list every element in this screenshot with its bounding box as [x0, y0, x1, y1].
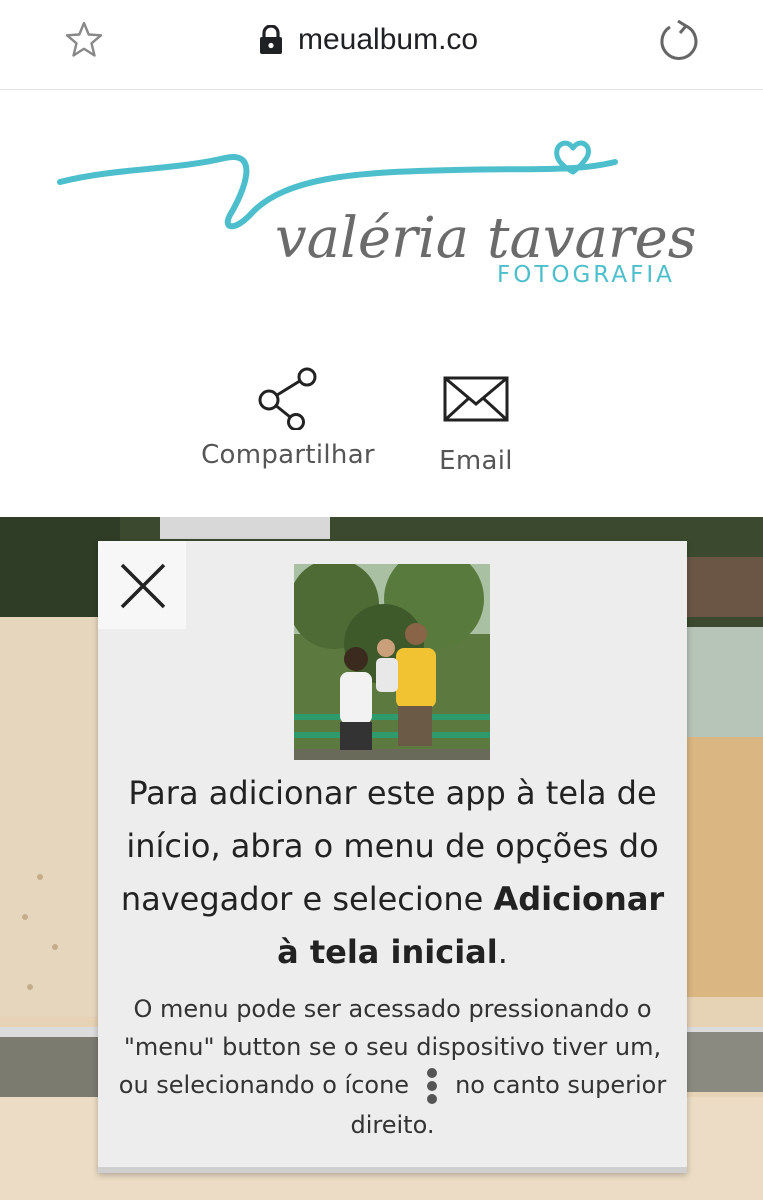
- close-icon: [120, 563, 166, 609]
- share-icon: [258, 367, 317, 430]
- instructions-period: .: [497, 933, 508, 971]
- star-icon[interactable]: [64, 20, 104, 60]
- app-thumbnail: [294, 564, 490, 760]
- lock-icon: [260, 25, 282, 54]
- reload-icon[interactable]: [656, 18, 702, 64]
- browser-url-bar: meualbum.co: [0, 0, 763, 90]
- address-field[interactable]: meualbum.co: [258, 20, 478, 60]
- url-text: meualbum.co: [298, 23, 479, 56]
- share-label: Compartilhar: [201, 440, 375, 470]
- email-icon: [443, 376, 509, 422]
- brand-logo: valéria tavares FOTOGRAFIA: [57, 140, 697, 288]
- email-button[interactable]: Email: [420, 360, 532, 476]
- logo-tagline: FOTOGRAFIA: [497, 262, 675, 288]
- close-button[interactable]: [98, 541, 186, 629]
- more-vert-icon: [421, 1066, 443, 1106]
- menu-help-text: O menu pode ser acessado pressionando o …: [114, 990, 671, 1144]
- share-actions: Compartilhar Email: [0, 360, 763, 490]
- dialog-bottom-edge: [98, 1167, 687, 1173]
- email-label: Email: [439, 446, 513, 476]
- add-to-home-dialog: Para adicionar este app à tela de início…: [98, 541, 687, 1173]
- install-instructions: Para adicionar este app à tela de início…: [118, 767, 667, 979]
- share-button[interactable]: Compartilhar: [200, 360, 376, 470]
